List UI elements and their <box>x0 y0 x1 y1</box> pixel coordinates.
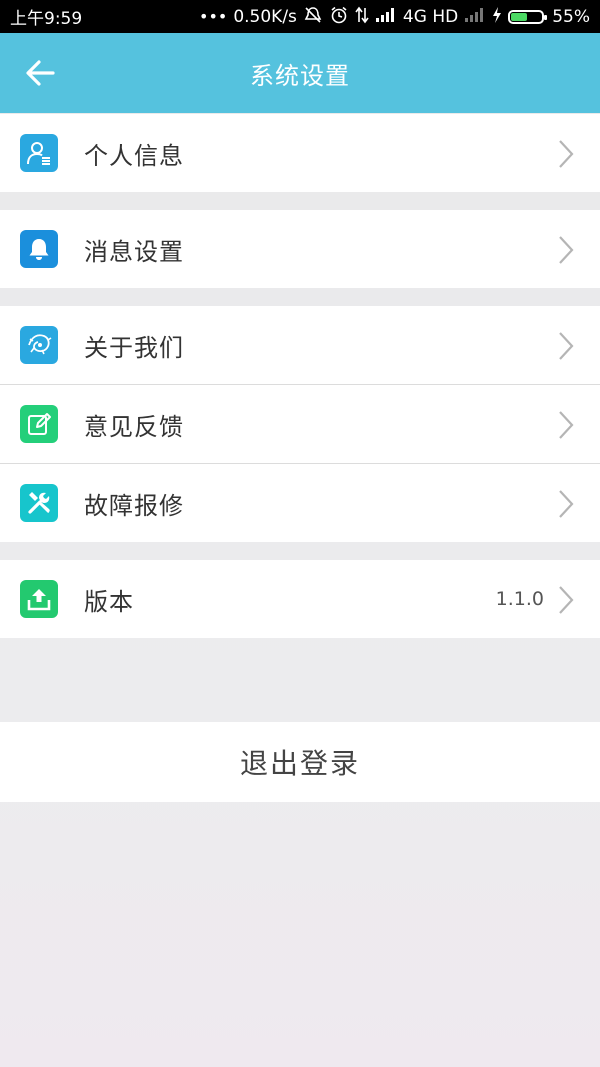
battery-percent: 55% <box>552 6 590 27</box>
data-transfer-icon <box>355 6 369 27</box>
network-speed: 0.50K/s <box>233 6 297 27</box>
alarm-clock-icon <box>329 6 349 27</box>
status-time: 上午9:59 <box>10 9 83 29</box>
secondary-signal-icon <box>464 7 486 26</box>
more-dots-icon: ••• <box>199 6 228 26</box>
settings-item-label: 故障报修 <box>84 491 184 520</box>
mute-notification-icon <box>303 6 323 27</box>
settings-item-message-settings[interactable]: 消息设置 <box>0 210 600 288</box>
settings-item-label: 个人信息 <box>84 141 184 170</box>
signal-strength-icon <box>375 7 397 26</box>
settings-item-label: 关于我们 <box>84 333 184 362</box>
upload-update-icon <box>20 580 58 618</box>
status-right-group: ••• 0.50K/s 4G HD 55% <box>199 6 590 27</box>
network-type: 4G HD <box>402 6 459 27</box>
bell-icon <box>20 230 58 268</box>
logout-button[interactable]: 退出登录 <box>0 722 600 802</box>
status-bar: 上午9:59 ••• 0.50K/s 4G HD 55% <box>0 0 600 33</box>
about-logo-icon <box>20 326 58 364</box>
settings-item-label: 版本 <box>84 587 134 616</box>
chevron-right-icon <box>559 140 574 168</box>
settings-item-label: 意见反馈 <box>84 412 184 441</box>
chevron-right-icon <box>559 490 574 518</box>
chevron-right-icon <box>559 411 574 439</box>
settings-item-label: 消息设置 <box>84 237 184 266</box>
edit-feedback-icon <box>20 405 58 443</box>
settings-item-about-us[interactable]: 关于我们 <box>0 306 600 385</box>
page-title: 系统设置 <box>250 61 350 90</box>
user-profile-icon <box>20 134 58 172</box>
settings-item-repair[interactable]: 故障报修 <box>0 464 600 542</box>
battery-fill <box>511 12 527 21</box>
settings-item-feedback[interactable]: 意见反馈 <box>0 385 600 464</box>
version-number: 1.1.0 <box>495 588 544 610</box>
app-bar: 系统设置 <box>0 33 600 113</box>
chevron-right-icon <box>559 586 574 614</box>
charging-icon <box>492 7 502 26</box>
battery-icon <box>508 9 548 24</box>
chevron-right-icon <box>559 236 574 264</box>
repair-tools-icon <box>20 484 58 522</box>
settings-item-personal-info[interactable]: 个人信息 <box>0 114 600 192</box>
chevron-right-icon <box>559 332 574 360</box>
settings-item-version[interactable]: 版本 1.1.0 <box>0 560 600 638</box>
